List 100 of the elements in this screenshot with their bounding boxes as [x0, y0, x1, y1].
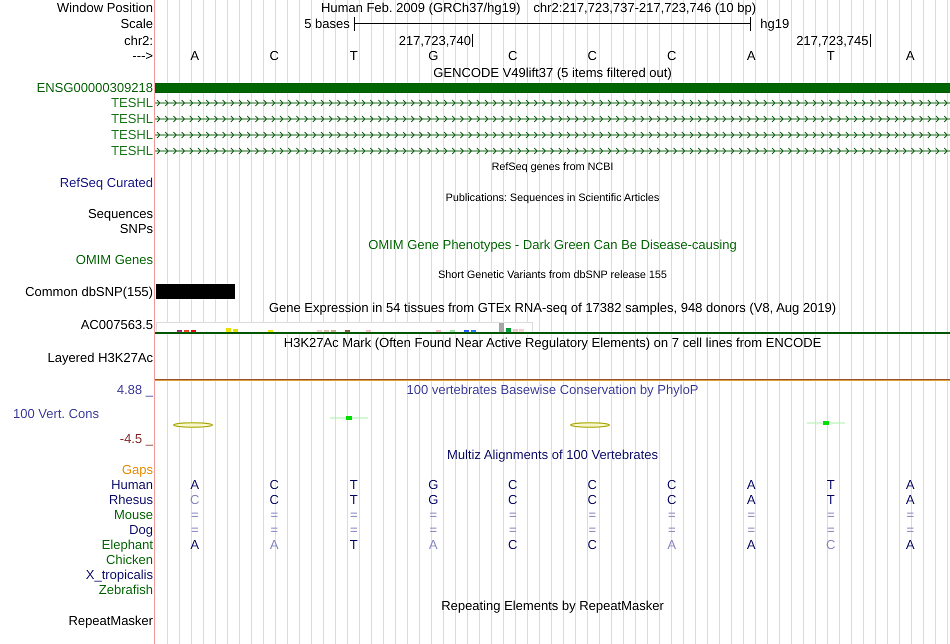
dash-marker-icon [330, 415, 368, 421]
alignment-base: C [508, 493, 518, 507]
alignment-base: A [746, 493, 756, 507]
track-label: Sequences [88, 207, 153, 222]
coordinate-label: 217,723,745 [796, 34, 870, 47]
alignment-base: = [270, 508, 278, 522]
track-label: 100 Vert. Cons [13, 407, 99, 421]
dash-marker-icon [806, 420, 845, 426]
expression-bar [499, 322, 504, 332]
track-title: Short Genetic Variants from dbSNP release 155 [438, 269, 667, 282]
species-label: Rhesus [108, 493, 153, 507]
alignment-base: = [508, 508, 517, 522]
alignment-base: = [429, 508, 438, 522]
track-label: OMIM Genes [76, 252, 153, 267]
alignment-base: = [270, 523, 278, 537]
track-label: TESHL [111, 128, 153, 142]
track-title: H3K27Ac Mark (Often Found Near Active Regulatory Elements) on 7 cell lines from ENCODE [284, 336, 822, 350]
track-title: Publications: Sequences in Scientific Articles [446, 192, 660, 205]
alignment-base: G [428, 478, 438, 492]
alignment-base: = [508, 523, 517, 537]
coordinate-label: 217,723,740 [398, 34, 473, 47]
scale-label: Scale [120, 16, 153, 30]
base-letter: G [428, 49, 438, 63]
track-label: Common dbSNP(155) [25, 284, 153, 298]
track-title: Repeating Elements by RepeatMasker [441, 599, 664, 613]
alignment-base: C [508, 538, 518, 552]
window-position-label: Window Position [56, 1, 153, 15]
alignment-base: A [428, 538, 438, 552]
alignment-base: A [190, 538, 200, 552]
base-letter: A [746, 49, 756, 63]
alignment-base: A [270, 538, 279, 552]
track-title: RefSeq genes from NCBI [492, 160, 614, 174]
assembly-label: hg19 [760, 16, 790, 30]
species-label: Chicken [106, 553, 153, 567]
base-letter: A [906, 49, 915, 63]
alignment-base: T [350, 493, 358, 507]
strand-label: ---> [132, 49, 153, 63]
base-letter: T [826, 49, 835, 63]
alignment-base: A [746, 478, 756, 492]
axis-label: -4.5 _ [120, 432, 153, 446]
alignment-base: = [826, 523, 835, 537]
base-letter: T [350, 49, 358, 63]
track-title: Gene Expression in 54 tissues from GTEx RNA-seq of 17382 samples, 948 donors (V8, Aug 2019) [268, 300, 836, 314]
species-label: Dog [129, 523, 153, 537]
base-letter: C [508, 49, 518, 63]
alignment-base: = [906, 523, 914, 537]
species-label: Gaps [122, 463, 153, 477]
alignment-base: C [667, 493, 676, 507]
alignment-base: = [906, 508, 914, 522]
alignment-base: C [667, 478, 676, 492]
base-letter: C [270, 49, 279, 63]
alignment-base: = [668, 523, 676, 537]
base-letter: C [588, 49, 597, 63]
alignment-base: A [190, 478, 200, 492]
alignment-base: T [826, 493, 835, 507]
expression-bar [226, 328, 231, 332]
alignment-base: A [906, 538, 915, 552]
alignment-base: = [747, 508, 756, 522]
track-label: Layered H3K27Ac [47, 351, 153, 365]
alignment-base: = [190, 523, 199, 537]
alignment-base: C [826, 538, 836, 552]
alignment-base: A [906, 478, 915, 492]
alignment-base: C [270, 493, 279, 507]
alignment-base: A [667, 538, 676, 552]
alignment-base: = [588, 523, 596, 537]
alignment-base: C [588, 538, 597, 552]
expression-bar [506, 328, 511, 332]
track-label: TESHL [111, 112, 153, 126]
scale-span-label: 5 bases [304, 16, 350, 30]
alignment-base: = [350, 508, 358, 522]
track-title: Multiz Alignments of 100 Vertebrates [446, 448, 658, 462]
alignment-base: T [826, 478, 835, 492]
position-text: chr2:217,723,737-217,723,746 (10 bp) [533, 1, 756, 15]
track-label: AC007563.5 [80, 318, 153, 332]
alignment-base: A [746, 538, 756, 552]
track-title: OMIM Gene Phenotypes - Dark Green Can Be Disease-causing [368, 238, 737, 252]
alignment-base: C [270, 478, 279, 492]
alignment-base: C [508, 478, 518, 492]
base-letter: C [667, 49, 676, 63]
alignment-base: = [668, 508, 676, 522]
track-label: RefSeq Curated [60, 176, 153, 190]
species-label: Human [111, 478, 153, 492]
assembly-text: Human Feb. 2009 (GRCh37/hg19) [320, 1, 520, 15]
species-label: Mouse [114, 508, 153, 522]
base-letter: A [190, 49, 200, 63]
track-label: TESHL [111, 96, 153, 110]
alignment-base: = [429, 523, 438, 537]
species-label: Zebrafish [98, 583, 153, 597]
oval-marker-icon [172, 422, 213, 428]
species-label: Elephant [102, 538, 153, 552]
track-label: TESHL [111, 144, 153, 158]
oval-marker-icon [570, 422, 610, 428]
axis-label: 4.88 _ [116, 383, 153, 397]
alignment-base: C [190, 493, 200, 507]
track-label: RepeatMasker [68, 614, 153, 628]
alignment-base: = [747, 523, 756, 537]
alignment-base: T [350, 478, 358, 492]
alignment-base: = [350, 523, 358, 537]
alignment-base: C [588, 493, 597, 507]
track-title: GENCODE V49lift37 (5 items filtered out) [433, 66, 672, 80]
